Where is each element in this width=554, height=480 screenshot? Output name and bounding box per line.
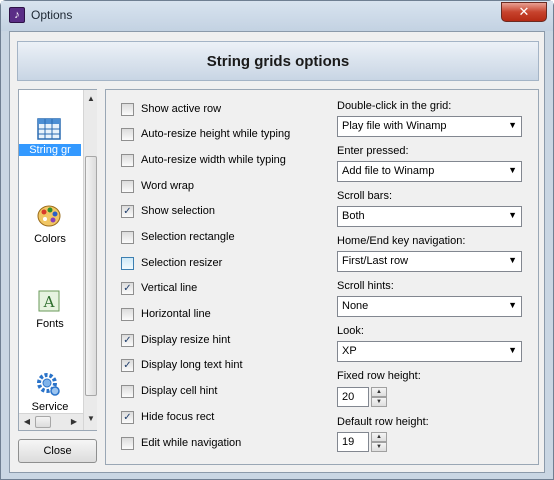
checkbox[interactable] <box>121 128 134 141</box>
dropdown-arrow-icon: ▼ <box>508 255 517 265</box>
checkbox[interactable] <box>121 308 134 321</box>
sidebar-horizontal-scrollbar[interactable]: ◀ ▶ <box>19 413 83 430</box>
sidebar-item-label: String gr <box>19 144 81 156</box>
selected-value: Add file to Winamp <box>342 165 435 177</box>
category-list: String gr Colors A Fonts Service ▲ ▼ ◀ ▶ <box>18 89 97 431</box>
scroll-hints-select[interactable]: None ▼ <box>337 296 522 317</box>
scroll-up-arrow-icon[interactable]: ▲ <box>84 92 98 106</box>
scroll-left-arrow-icon[interactable]: ◀ <box>20 414 34 430</box>
checkbox-checked[interactable]: ✓ <box>121 334 134 347</box>
font-icon: A <box>38 290 60 312</box>
selected-value: Both <box>342 210 365 222</box>
double-click-label: Double-click in the grid: <box>337 100 452 112</box>
checkbox-checked[interactable]: ✓ <box>121 205 134 218</box>
option-label: Selection resizer <box>141 257 223 269</box>
svg-text:A: A <box>43 293 55 311</box>
selected-value: None <box>342 300 369 312</box>
dropdown-arrow-icon: ▼ <box>508 345 517 355</box>
sidebar-item-fonts[interactable]: A Fonts <box>19 280 81 340</box>
option-label: Show selection <box>141 205 215 217</box>
scroll-down-arrow-icon[interactable]: ▼ <box>84 412 98 426</box>
selected-value: Play file with Winamp <box>342 120 447 132</box>
sidebar-vertical-scrollbar[interactable]: ▲ ▼ <box>83 90 97 430</box>
option-label: Auto-resize height while typing <box>141 128 291 140</box>
sidebar-item-label: Service <box>31 401 69 413</box>
option-label: Selection rectangle <box>141 231 235 243</box>
close-button[interactable]: Close <box>18 439 97 463</box>
checkbox[interactable] <box>121 385 134 398</box>
checkbox-checked[interactable]: ✓ <box>121 282 134 295</box>
home-end-label: Home/End key navigation: <box>337 235 466 247</box>
window-title: Options <box>31 8 73 22</box>
gears-icon <box>37 373 60 396</box>
enter-pressed-select[interactable]: Add file to Winamp ▼ <box>337 161 522 182</box>
spin-down-icon[interactable]: ▼ <box>371 442 387 452</box>
scroll-right-arrow-icon[interactable]: ▶ <box>67 414 81 430</box>
option-label: Display long text hint <box>141 359 243 371</box>
selected-value: XP <box>342 345 357 357</box>
input-value: 19 <box>342 436 355 448</box>
checkbox[interactable] <box>121 154 134 167</box>
fixed-row-height-label: Fixed row height: <box>337 370 421 382</box>
option-label: Show active row <box>141 103 222 115</box>
spin-down-icon[interactable]: ▼ <box>371 397 387 407</box>
sidebar-item-label: Fonts <box>36 318 64 330</box>
dropdown-arrow-icon: ▼ <box>508 300 517 310</box>
scroll-hints-label: Scroll hints: <box>337 280 394 292</box>
option-label: Display resize hint <box>141 334 231 346</box>
selected-value: First/Last row <box>342 255 409 267</box>
checkbox-checked[interactable]: ✓ <box>121 411 134 424</box>
option-label: Word wrap <box>141 180 194 192</box>
section-header: String grids options <box>17 41 539 81</box>
checkbox[interactable] <box>121 180 134 193</box>
section-title: String grids options <box>206 53 350 70</box>
window-close-button[interactable]: ✕ <box>501 2 547 22</box>
dropdown-arrow-icon: ▼ <box>508 120 517 130</box>
double-click-select[interactable]: Play file with Winamp ▼ <box>337 116 522 137</box>
music-note-icon[interactable]: ♪ <box>9 7 25 23</box>
dropdown-arrow-icon: ▼ <box>508 165 517 175</box>
checkbox[interactable] <box>121 437 134 450</box>
look-select[interactable]: XP ▼ <box>337 341 522 362</box>
sidebar-item-label: Colors <box>34 233 66 245</box>
input-value: 20 <box>342 391 355 403</box>
palette-icon <box>37 205 61 227</box>
checkbox[interactable] <box>121 257 134 270</box>
home-end-select[interactable]: First/Last row ▼ <box>337 251 522 272</box>
spin-up-icon[interactable]: ▲ <box>371 432 387 442</box>
title-bar[interactable]: ♪ Options ✕ <box>1 1 553 31</box>
default-row-height-stepper[interactable]: ▲ ▼ <box>371 432 387 452</box>
option-label: Display cell hint <box>141 385 218 397</box>
options-window: ♪ Options ✕ String grids options String … <box>0 0 554 480</box>
option-label: Edit while navigation <box>141 437 242 449</box>
option-label: Hide focus rect <box>141 411 215 423</box>
sidebar-item-string-grids[interactable]: String gr <box>19 110 81 170</box>
dropdown-arrow-icon: ▼ <box>508 210 517 220</box>
fixed-row-height-input[interactable]: 20 <box>337 387 369 407</box>
default-row-height-label: Default row height: <box>337 416 429 428</box>
checkbox-checked[interactable]: ✓ <box>121 359 134 372</box>
scroll-bars-label: Scroll bars: <box>337 190 393 202</box>
option-label: Vertical line <box>141 282 198 294</box>
checkbox[interactable] <box>121 231 134 244</box>
grid-icon <box>37 118 61 140</box>
dialog-body: String grids options String gr Colors A … <box>9 31 545 473</box>
scrollbar-thumb[interactable] <box>35 416 51 428</box>
sidebar-item-colors[interactable]: Colors <box>19 195 81 255</box>
scroll-bars-select[interactable]: Both ▼ <box>337 206 522 227</box>
enter-pressed-label: Enter pressed: <box>337 145 409 157</box>
scrollbar-thumb[interactable] <box>85 156 97 396</box>
look-label: Look: <box>337 325 364 337</box>
default-row-height-input[interactable]: 19 <box>337 432 369 452</box>
spin-up-icon[interactable]: ▲ <box>371 387 387 397</box>
option-label: Auto-resize width while typing <box>141 154 286 166</box>
checkbox[interactable] <box>121 103 134 116</box>
fixed-row-height-stepper[interactable]: ▲ ▼ <box>371 387 387 407</box>
option-label: Horizontal line <box>141 308 211 320</box>
options-panel: Show active row Auto-resize height while… <box>105 89 539 465</box>
